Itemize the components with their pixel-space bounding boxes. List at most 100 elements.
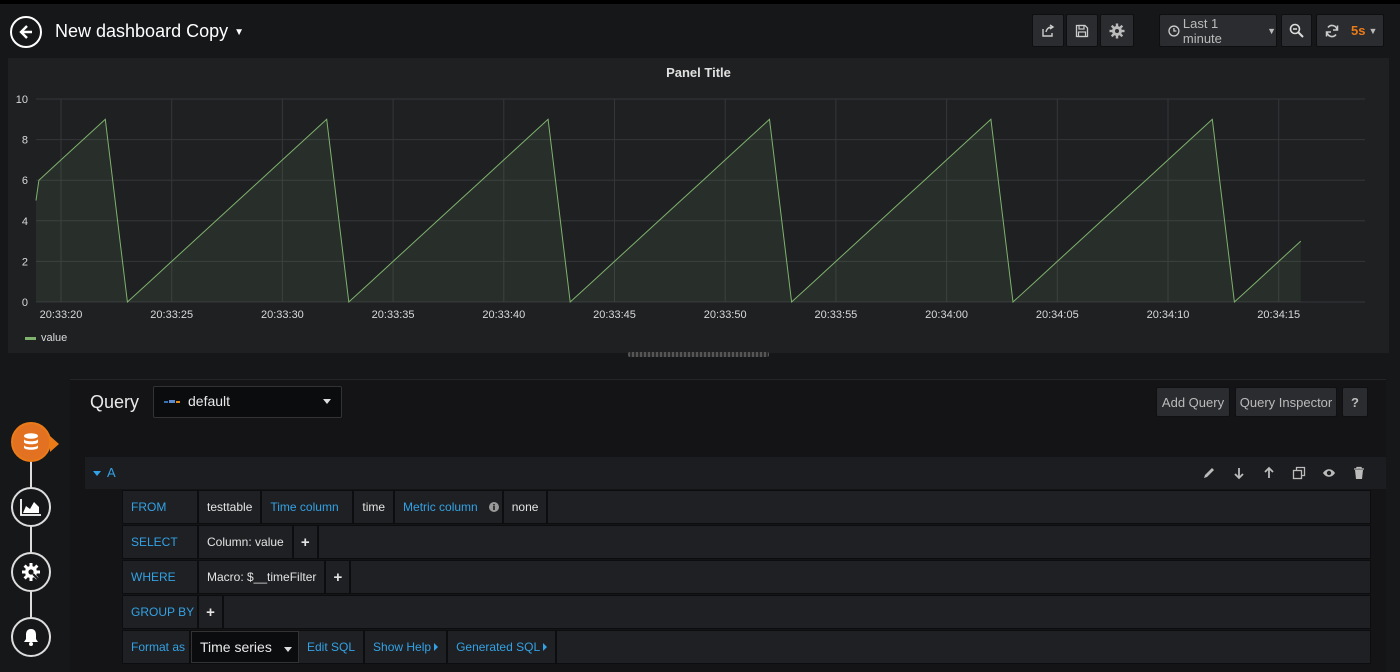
gear-wrench-icon [22, 563, 40, 581]
dashboard-navbar: New dashboard Copy ▼ Last 1 minute ▼ 5s ▼ [0, 0, 1400, 58]
x-tick-label: 20:33:40 [482, 309, 525, 321]
share-button[interactable] [1032, 14, 1064, 47]
sidebar-step-visualization[interactable] [11, 487, 51, 527]
x-tick-label: 20:33:35 [372, 309, 415, 321]
query-editor: Query default Add Query Query Inspector … [70, 379, 1386, 672]
y-tick-label: 6 [22, 175, 28, 187]
legend-swatch [25, 336, 36, 340]
query-row-select: SELECT Column: value + [122, 525, 1371, 559]
query-section-title: Query [90, 392, 140, 412]
caret-down-icon [323, 399, 331, 404]
clock-icon [1168, 24, 1180, 37]
save-icon [1075, 24, 1089, 37]
eye-icon[interactable] [1322, 466, 1336, 480]
caret-right-icon [543, 643, 548, 651]
time-column-label: Time column [262, 491, 355, 523]
back-button[interactable] [10, 16, 42, 48]
arrow-up-icon[interactable] [1262, 466, 1276, 480]
caret-down-icon: ▼ [1267, 25, 1276, 36]
caret-down-icon: ▼ [234, 26, 245, 38]
add-query-button[interactable]: Add Query [1156, 387, 1230, 417]
graph-panel: Panel Title 0 2 4 6 8 10 20:33:20 20:33:25 20:33… [8, 58, 1389, 353]
trash-icon[interactable] [1352, 466, 1366, 480]
refresh-icon [1325, 24, 1339, 37]
row-filler [318, 526, 1370, 558]
datasource-select[interactable]: default [153, 386, 342, 418]
save-button[interactable] [1066, 14, 1098, 47]
x-tick-label: 20:34:10 [1147, 309, 1190, 321]
zoom-out-icon [1289, 23, 1304, 38]
caret-right-icon [434, 643, 439, 651]
dashboard-title-text: New dashboard Copy [55, 21, 229, 41]
from-keyword: FROM [123, 491, 199, 523]
x-tick-label: 20:33:25 [150, 309, 193, 321]
query-row-format: Format as Time series Edit SQL Show Help… [122, 630, 1371, 664]
caret-down-icon [284, 647, 292, 652]
line-chart: 0 2 4 6 8 10 20:33:20 20:33:25 20:33:30 20:33:35 2… [16, 94, 1365, 321]
group-by-keyword: GROUP BY [123, 596, 199, 628]
format-select-value: Time series [200, 639, 272, 655]
refresh-button[interactable]: 5s ▼ [1316, 14, 1384, 47]
dashboard-title[interactable]: New dashboard Copy ▼ [55, 21, 244, 42]
pencil-icon[interactable] [1202, 466, 1216, 480]
where-keyword: WHERE [123, 561, 199, 593]
y-tick-label: 8 [22, 135, 28, 147]
show-help-button[interactable]: Show Help [365, 631, 449, 663]
x-tick-label: 20:34:15 [1257, 309, 1300, 321]
x-tick-label: 20:34:05 [1036, 309, 1079, 321]
legend-label[interactable]: value [41, 332, 67, 344]
duplicate-icon[interactable] [1292, 466, 1306, 480]
zoom-out-button[interactable] [1281, 14, 1312, 47]
legend: value [25, 332, 67, 344]
collapse-icon [93, 471, 101, 477]
row-filler [548, 491, 1370, 523]
time-column-segment[interactable]: time [354, 491, 396, 523]
select-column-segment[interactable]: Column: value [199, 526, 294, 558]
x-tick-label: 20:34:00 [925, 309, 968, 321]
metric-column-segment[interactable]: none [503, 491, 549, 523]
panel-resize-handle[interactable] [628, 352, 769, 357]
y-tick-label: 4 [22, 216, 28, 228]
row-filler [224, 596, 1370, 628]
query-toggle[interactable]: A [93, 465, 116, 480]
sidebar-step-alert[interactable] [11, 617, 51, 657]
x-tick-label: 20:33:55 [814, 309, 857, 321]
select-keyword: SELECT [123, 526, 199, 558]
generated-sql-button[interactable]: Generated SQL [448, 631, 558, 663]
info-icon[interactable] [485, 491, 504, 523]
datasource-logo-icon [164, 400, 180, 403]
add-where-button[interactable]: + [326, 561, 352, 593]
show-help-label: Show Help [373, 640, 432, 654]
datasource-name: default [188, 393, 231, 409]
add-group-by-button[interactable]: + [199, 596, 224, 628]
format-as-keyword: Format as [123, 631, 191, 663]
sidebar-step-queries[interactable] [11, 422, 59, 462]
format-select[interactable]: Time series [191, 631, 299, 663]
metric-column-label: Metric column [395, 491, 486, 523]
arrow-down-icon[interactable] [1232, 466, 1246, 480]
generated-sql-label: Generated SQL [456, 640, 541, 654]
where-macro-segment[interactable]: Macro: $__timeFilter [199, 561, 327, 593]
time-range-picker[interactable]: Last 1 minute ▼ [1159, 14, 1277, 47]
query-row-group-by: GROUP BY + [122, 595, 1371, 629]
query-row-header[interactable]: A [85, 457, 1386, 489]
sidebar-step-general[interactable] [11, 552, 51, 592]
query-inspector-button[interactable]: Query Inspector [1235, 387, 1337, 417]
series-area-value [36, 119, 1301, 302]
bell-icon [24, 629, 38, 646]
settings-button[interactable] [1100, 14, 1134, 47]
gear-icon [1109, 23, 1125, 38]
table-segment[interactable]: testtable [199, 491, 263, 523]
add-select-button[interactable]: + [293, 526, 319, 558]
y-tick-label: 10 [16, 94, 28, 106]
query-row-from: FROM testtable Time column time Metric c… [122, 490, 1371, 524]
database-icon [24, 433, 38, 450]
share-icon [1042, 23, 1055, 37]
x-tick-label: 20:33:45 [593, 309, 636, 321]
query-letter: A [107, 465, 116, 480]
row-filler [351, 561, 1370, 593]
help-button[interactable]: ? [1342, 387, 1368, 417]
arrow-left-icon [19, 25, 32, 39]
y-tick-label: 2 [22, 256, 28, 268]
edit-sql-button[interactable]: Edit SQL [299, 631, 366, 663]
